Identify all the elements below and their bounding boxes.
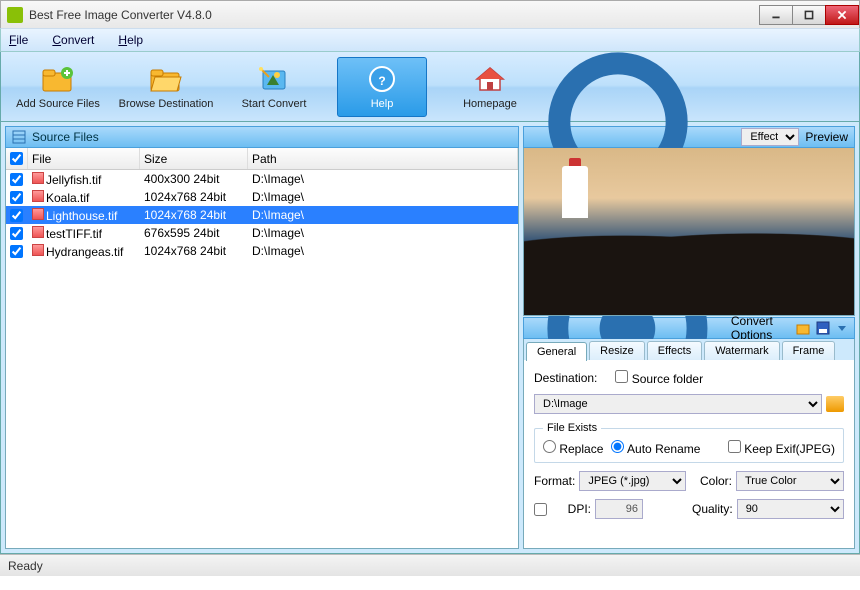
keep-exif-label: Keep Exif(JPEG): [744, 442, 835, 456]
row-checkbox[interactable]: [10, 227, 23, 240]
svg-text:?: ?: [378, 74, 385, 88]
row-checkbox[interactable]: [10, 191, 23, 204]
replace-radio[interactable]: [543, 440, 556, 453]
file-exists-group: File Exists Replace Auto Rename Keep Exi…: [534, 422, 844, 463]
panel-title: Source Files: [32, 130, 99, 144]
table-row[interactable]: Lighthouse.tif1024x768 24bitD:\Image\: [6, 206, 518, 224]
file-icon: [32, 172, 44, 184]
auto-rename-label: Auto Rename: [627, 442, 700, 456]
menu-file[interactable]: File: [5, 31, 32, 49]
dpi-label: DPI:: [551, 502, 591, 516]
titlebar: Best Free Image Converter V4.8.0: [0, 0, 860, 28]
select-all-checkbox[interactable]: [10, 152, 23, 165]
col-path[interactable]: Path: [248, 148, 518, 169]
status-text: Ready: [8, 559, 43, 573]
keep-exif-checkbox[interactable]: [728, 440, 741, 453]
help-icon: ?: [364, 64, 400, 94]
destination-path-select[interactable]: D:\Image: [534, 394, 822, 414]
toolbar-label: Add Source Files: [16, 98, 100, 110]
preview-header: Effect Preview: [523, 126, 855, 148]
format-select[interactable]: JPEG (*.jpg): [579, 471, 686, 491]
dpi-input[interactable]: [595, 499, 643, 519]
color-label: Color:: [692, 474, 732, 488]
close-button[interactable]: [825, 5, 859, 25]
options-tabs: General Resize Effects Watermark Frame: [523, 339, 855, 360]
table-row[interactable]: testTIFF.tif676x595 24bitD:\Image\: [6, 224, 518, 242]
quality-select[interactable]: 90: [737, 499, 844, 519]
preview-label: Preview: [805, 130, 848, 144]
tab-resize[interactable]: Resize: [589, 341, 645, 360]
panel-title: Convert Options: [731, 314, 784, 342]
row-checkbox[interactable]: [10, 209, 23, 222]
toolbar-label: Start Convert: [242, 98, 307, 110]
source-folder-checkbox[interactable]: [615, 370, 628, 383]
table-row[interactable]: Hydrangeas.tif1024x768 24bitD:\Image\: [6, 242, 518, 260]
table-row[interactable]: Koala.tif1024x768 24bitD:\Image\: [6, 188, 518, 206]
quality-label: Quality:: [692, 502, 733, 516]
toolbar-label: Homepage: [463, 98, 517, 110]
folder-plus-icon: [40, 64, 76, 94]
browse-destination-button[interactable]: Browse Destination: [121, 58, 211, 116]
convert-options-header: Convert Options: [523, 317, 855, 339]
list-icon: [12, 130, 26, 144]
open-settings-icon[interactable]: [796, 320, 810, 336]
file-icon: [32, 208, 44, 220]
column-headers: File Size Path: [6, 148, 518, 170]
file-grid: File Size Path Jellyfish.tif400x300 24bi…: [5, 148, 519, 549]
tab-watermark[interactable]: Watermark: [704, 341, 779, 360]
app-icon: [7, 7, 23, 23]
statusbar: Ready: [0, 554, 860, 576]
col-size[interactable]: Size: [140, 148, 248, 169]
menu-convert[interactable]: Convert: [48, 31, 98, 49]
toolbar-label: Help: [371, 98, 394, 110]
dpi-checkbox[interactable]: [534, 503, 547, 516]
folder-open-icon: [148, 64, 184, 94]
minimize-button[interactable]: [759, 5, 793, 25]
start-convert-button[interactable]: Start Convert: [229, 58, 319, 116]
file-icon: [32, 190, 44, 202]
tab-frame[interactable]: Frame: [782, 341, 836, 360]
save-settings-icon[interactable]: [816, 320, 830, 336]
convert-icon: [256, 64, 292, 94]
window-title: Best Free Image Converter V4.8.0: [29, 8, 760, 22]
browse-folder-icon[interactable]: [826, 396, 844, 412]
format-label: Format:: [534, 474, 575, 488]
maximize-button[interactable]: [792, 5, 826, 25]
row-checkbox[interactable]: [10, 245, 23, 258]
color-select[interactable]: True Color: [736, 471, 844, 491]
options-body: Destination: Source folder D:\Image File…: [523, 360, 855, 549]
source-folder-label: Source folder: [632, 372, 703, 386]
tab-effects[interactable]: Effects: [647, 341, 702, 360]
toolbar-label: Browse Destination: [119, 98, 214, 110]
effect-select[interactable]: Effect: [741, 128, 799, 146]
destination-label: Destination:: [534, 371, 597, 385]
row-checkbox[interactable]: [10, 173, 23, 186]
preview-image: [523, 148, 855, 316]
add-source-files-button[interactable]: Add Source Files: [13, 58, 103, 116]
replace-label: Replace: [559, 442, 603, 456]
table-row[interactable]: Jellyfish.tif400x300 24bitD:\Image\: [6, 170, 518, 188]
file-exists-legend: File Exists: [543, 422, 601, 434]
tab-general[interactable]: General: [526, 342, 587, 361]
file-icon: [32, 226, 44, 238]
file-icon: [32, 244, 44, 256]
help-button[interactable]: ? Help: [337, 57, 427, 117]
auto-rename-radio[interactable]: [611, 440, 624, 453]
expand-icon[interactable]: [836, 320, 848, 336]
col-file[interactable]: File: [28, 148, 140, 169]
homepage-button[interactable]: Homepage: [445, 58, 535, 116]
source-files-header: Source Files: [5, 126, 519, 148]
menu-help[interactable]: Help: [114, 31, 147, 49]
home-icon: [472, 64, 508, 94]
